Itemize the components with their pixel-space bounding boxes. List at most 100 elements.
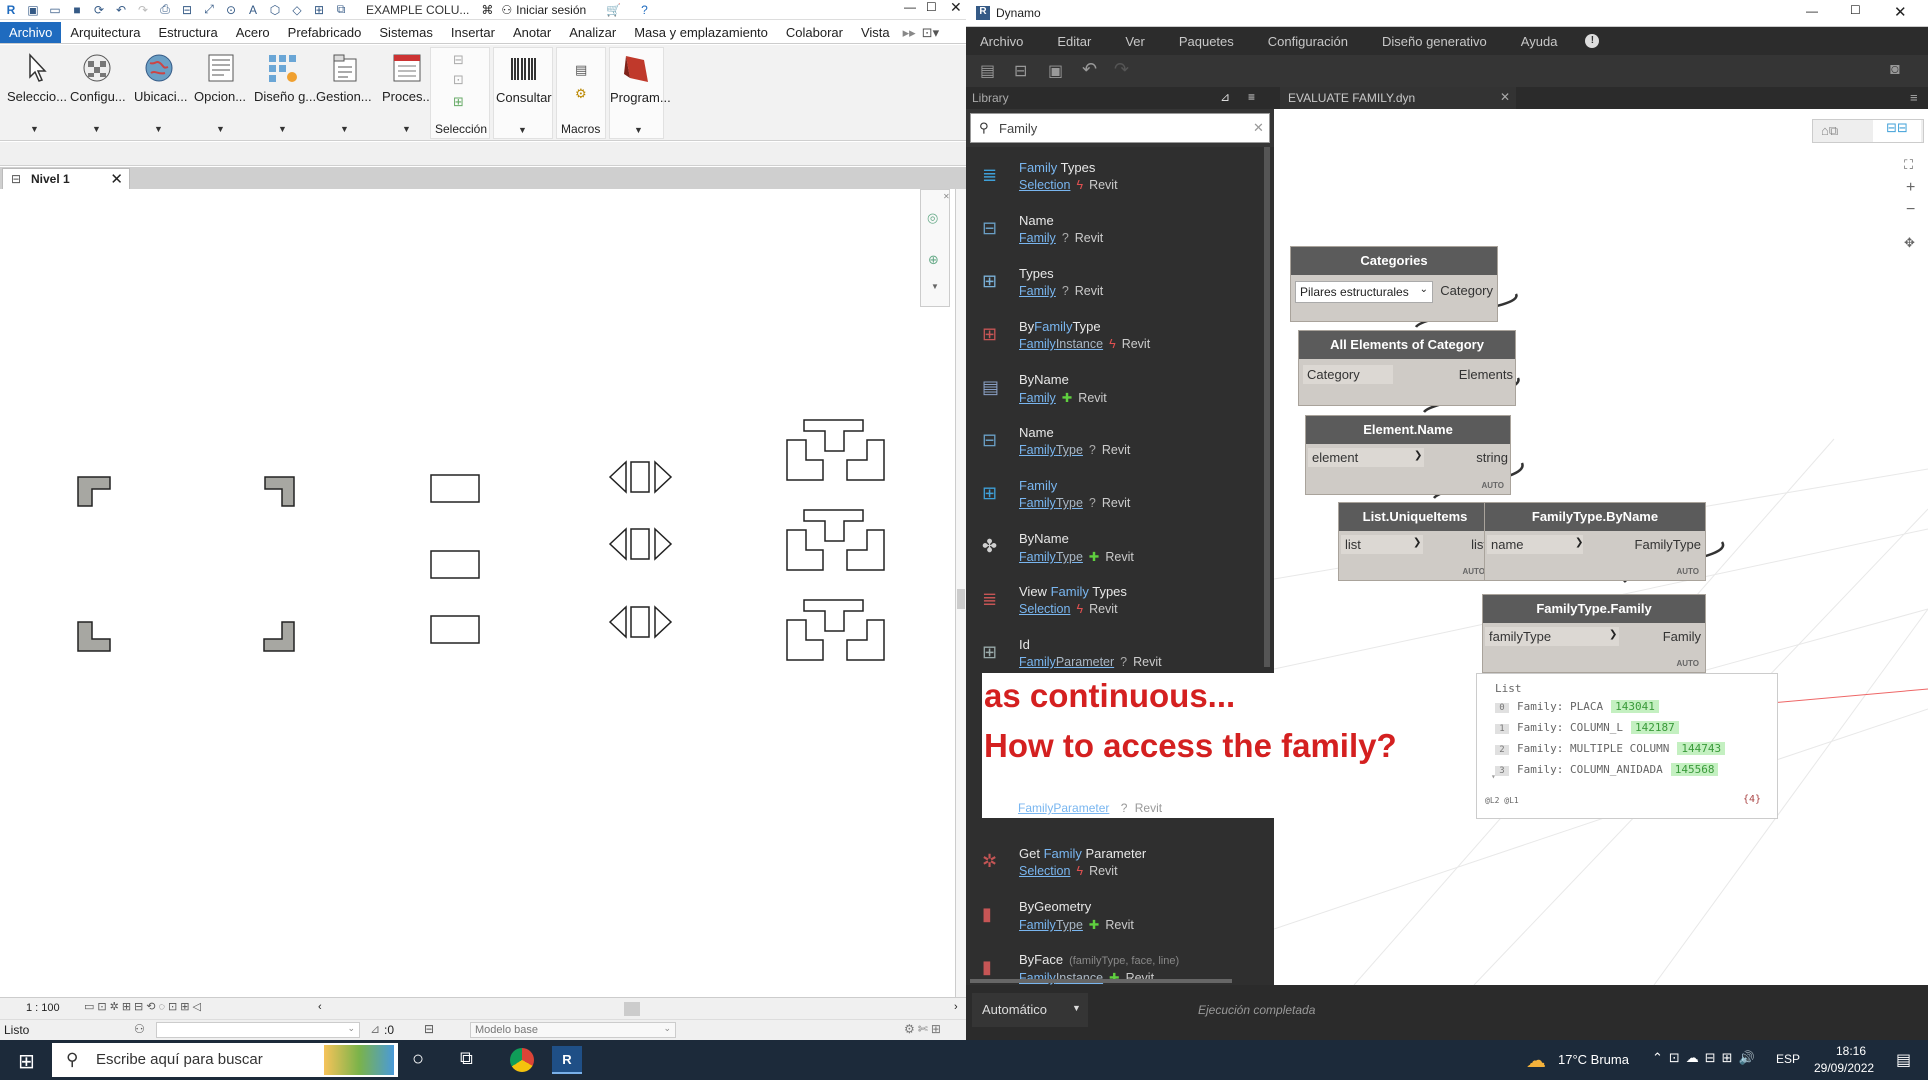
tab-insertar[interactable]: Insertar bbox=[442, 22, 504, 43]
weather-text[interactable]: 17°C Bruma bbox=[1558, 1052, 1629, 1067]
category-link[interactable]: Selection bbox=[1019, 178, 1070, 192]
category-link[interactable]: Selection bbox=[1019, 602, 1070, 616]
pan-icon[interactable]: ✥ bbox=[1904, 235, 1915, 251]
column-l-1[interactable] bbox=[77, 476, 111, 507]
category-link[interactable]: FamilyInstance bbox=[1019, 337, 1103, 351]
tab-prefabricado[interactable]: Prefabricado bbox=[279, 22, 371, 43]
library-scrollbar[interactable] bbox=[1264, 147, 1270, 667]
tab-masa[interactable]: Masa y emplazamiento bbox=[625, 22, 777, 43]
manage-button[interactable]: Gestion... ▼ bbox=[314, 47, 374, 137]
minimize-button[interactable]: — bbox=[904, 0, 916, 14]
clear-search-icon[interactable]: ✕ bbox=[1253, 120, 1264, 136]
select-button[interactable]: Seleccio... ▼ bbox=[4, 47, 67, 137]
menu-ayuda[interactable]: Ayuda bbox=[1501, 34, 1572, 49]
nested-column-2[interactable] bbox=[786, 509, 885, 571]
graph-canvas[interactable]: Categories Pilares estructurales ⌄ Categ… bbox=[1274, 109, 1928, 985]
design-options-icon[interactable]: ⊟ bbox=[424, 1022, 434, 1036]
tab-archivo[interactable]: Archivo bbox=[0, 22, 62, 43]
notification-icon[interactable]: ! bbox=[1585, 34, 1600, 48]
output-port-family[interactable]: Family bbox=[1623, 629, 1701, 644]
menu-paquetes[interactable]: Paquetes bbox=[1159, 34, 1248, 49]
clock-time[interactable]: 18:16 bbox=[1836, 1044, 1866, 1058]
dropdown-arrow-icon[interactable]: ▼ bbox=[216, 124, 225, 134]
filter-icon[interactable]: ⊿ bbox=[370, 1022, 380, 1036]
hscroll-left-icon[interactable]: ‹ bbox=[318, 1001, 322, 1013]
lacing-label[interactable]: AUTO bbox=[1481, 481, 1504, 490]
library-item[interactable]: ≣ Family Types Selection ϟ Revit bbox=[966, 153, 1266, 206]
menu-editar[interactable]: Editar bbox=[1037, 34, 1105, 49]
chrome-icon[interactable] bbox=[510, 1048, 534, 1072]
undo-icon[interactable]: ↶ bbox=[113, 3, 129, 17]
start-button[interactable]: ⊞ bbox=[18, 1049, 35, 1074]
drawing-area[interactable]: ✕ ◎ ⊕ ▼ bbox=[0, 189, 956, 997]
redo-icon[interactable]: ↷ bbox=[1114, 59, 1129, 80]
dropdown-arrow-icon[interactable]: ▼ bbox=[634, 125, 643, 135]
plate-1[interactable] bbox=[430, 474, 480, 503]
library-hscrollbar[interactable] bbox=[970, 979, 1232, 983]
clock-date[interactable]: 29/09/2022 bbox=[1814, 1061, 1874, 1075]
inquiry-label[interactable]: Consultar bbox=[496, 90, 552, 105]
filter-icon[interactable]: ⊿ bbox=[1220, 90, 1230, 104]
switch-windows-icon[interactable]: ⧉ bbox=[333, 2, 349, 17]
library-item[interactable]: ✲ Get Family Parameter Selection ϟ Revit bbox=[966, 839, 1266, 892]
nested-column-1[interactable] bbox=[786, 419, 885, 481]
task-view-icon[interactable]: ⧉ bbox=[460, 1048, 473, 1069]
maximize-button[interactable]: ☐ bbox=[926, 0, 937, 14]
library-item[interactable]: ⊟ Name FamilyType? Revit bbox=[966, 418, 1266, 471]
lacing-label[interactable]: AUTO bbox=[1676, 567, 1699, 576]
tray-icons[interactable]: ⌃⊡☁⊟⊞🔊 bbox=[1652, 1050, 1761, 1066]
new-file-icon[interactable]: ▤ bbox=[980, 61, 995, 81]
save-file-icon[interactable]: ▣ bbox=[1048, 61, 1063, 81]
input-port-list[interactable]: list bbox=[1341, 535, 1423, 554]
dropdown-arrow-icon[interactable]: ▼ bbox=[518, 125, 527, 135]
input-port-element[interactable]: element bbox=[1308, 448, 1424, 467]
configure-button[interactable]: Configu... ▼ bbox=[66, 47, 126, 137]
element-id-link[interactable]: 143041 bbox=[1611, 700, 1659, 713]
close-tab-icon[interactable]: ✕ bbox=[1500, 90, 1510, 104]
menu-ver[interactable]: Ver bbox=[1105, 34, 1159, 49]
tab-sistemas[interactable]: Sistemas bbox=[370, 22, 441, 43]
macro-security-icon[interactable]: ⚙ bbox=[575, 86, 587, 102]
binoculars-icon[interactable]: ⌘ bbox=[481, 3, 493, 17]
horizontal-scroll-thumb[interactable] bbox=[624, 1002, 640, 1016]
scale-label[interactable]: 1 : 100 bbox=[26, 1002, 60, 1014]
cart-icon[interactable]: 🛒 bbox=[606, 3, 621, 17]
output-port-elements[interactable]: Elements bbox=[1419, 367, 1513, 382]
open-file-icon[interactable]: ⊟ bbox=[1014, 61, 1027, 81]
tab-overflow-icon[interactable]: ≡ bbox=[1910, 90, 1918, 105]
revit-taskbar-icon[interactable]: R bbox=[552, 1046, 582, 1074]
notifications-icon[interactable]: ▤ bbox=[1896, 1050, 1911, 1070]
watch-preview-bubble[interactable]: List 0 Family: PLACA 143041 1 Family: COLUMN… bbox=[1476, 673, 1778, 819]
cortana-icon[interactable]: ○ bbox=[412, 1048, 424, 1071]
close-button[interactable]: ✕ bbox=[1894, 3, 1907, 21]
close-view-icon[interactable]: ✕ bbox=[110, 170, 123, 188]
node-unique-items[interactable]: List.UniqueItems list ❯ list AUTO bbox=[1338, 502, 1492, 581]
steering-wheel-icon[interactable]: ◎ bbox=[927, 210, 938, 226]
tab-arquitectura[interactable]: Arquitectura bbox=[61, 22, 149, 43]
location-button[interactable]: Ubicaci... ▼ bbox=[128, 47, 188, 137]
category-link[interactable]: FamilyParameter bbox=[1019, 655, 1114, 669]
element-id-link[interactable]: 144743 bbox=[1677, 742, 1726, 755]
category-dropdown[interactable]: Pilares estructurales ⌄ bbox=[1295, 281, 1433, 303]
dropdown-arrow-icon[interactable]: ▼ bbox=[92, 124, 101, 134]
tab-colaborar[interactable]: Colaborar bbox=[777, 22, 852, 43]
workset-dropdown[interactable]: ⌄ bbox=[156, 1022, 360, 1038]
category-link[interactable]: FamilyType bbox=[1019, 496, 1083, 510]
taskbar-search[interactable]: ⚲ Escribe aquí para buscar bbox=[52, 1043, 398, 1077]
sync-icon[interactable]: ⟳ bbox=[91, 3, 107, 17]
scroll-thumb[interactable] bbox=[957, 589, 965, 609]
scroll-down-icon[interactable]: ▾ bbox=[1491, 772, 1496, 781]
language-indicator[interactable]: ESP bbox=[1776, 1052, 1800, 1066]
redo-icon[interactable]: ↷ bbox=[135, 3, 151, 17]
maximize-button[interactable]: ☐ bbox=[1850, 3, 1861, 17]
multiple-column-2[interactable] bbox=[608, 527, 673, 561]
ribbon-toggle-icon[interactable]: ⊡▾ bbox=[922, 25, 939, 41]
geometry-view-icon[interactable]: ⌂⧉ bbox=[1821, 123, 1838, 139]
node-categories[interactable]: Categories Pilares estructurales ⌄ Categ… bbox=[1290, 246, 1498, 322]
library-item[interactable]: ≣ View Family Types Selection ϟ Revit bbox=[966, 577, 1266, 630]
view-controls-icons[interactable]: ▭⊡✲⊞⊟⟲◌⊡⊞◁ bbox=[84, 1000, 204, 1013]
output-port-familytype[interactable]: FamilyType bbox=[1603, 537, 1701, 552]
output-port-category[interactable]: Category bbox=[1437, 283, 1497, 298]
select-small-icon-3[interactable]: ⊞ bbox=[453, 94, 464, 110]
column-l-4[interactable] bbox=[263, 621, 295, 652]
